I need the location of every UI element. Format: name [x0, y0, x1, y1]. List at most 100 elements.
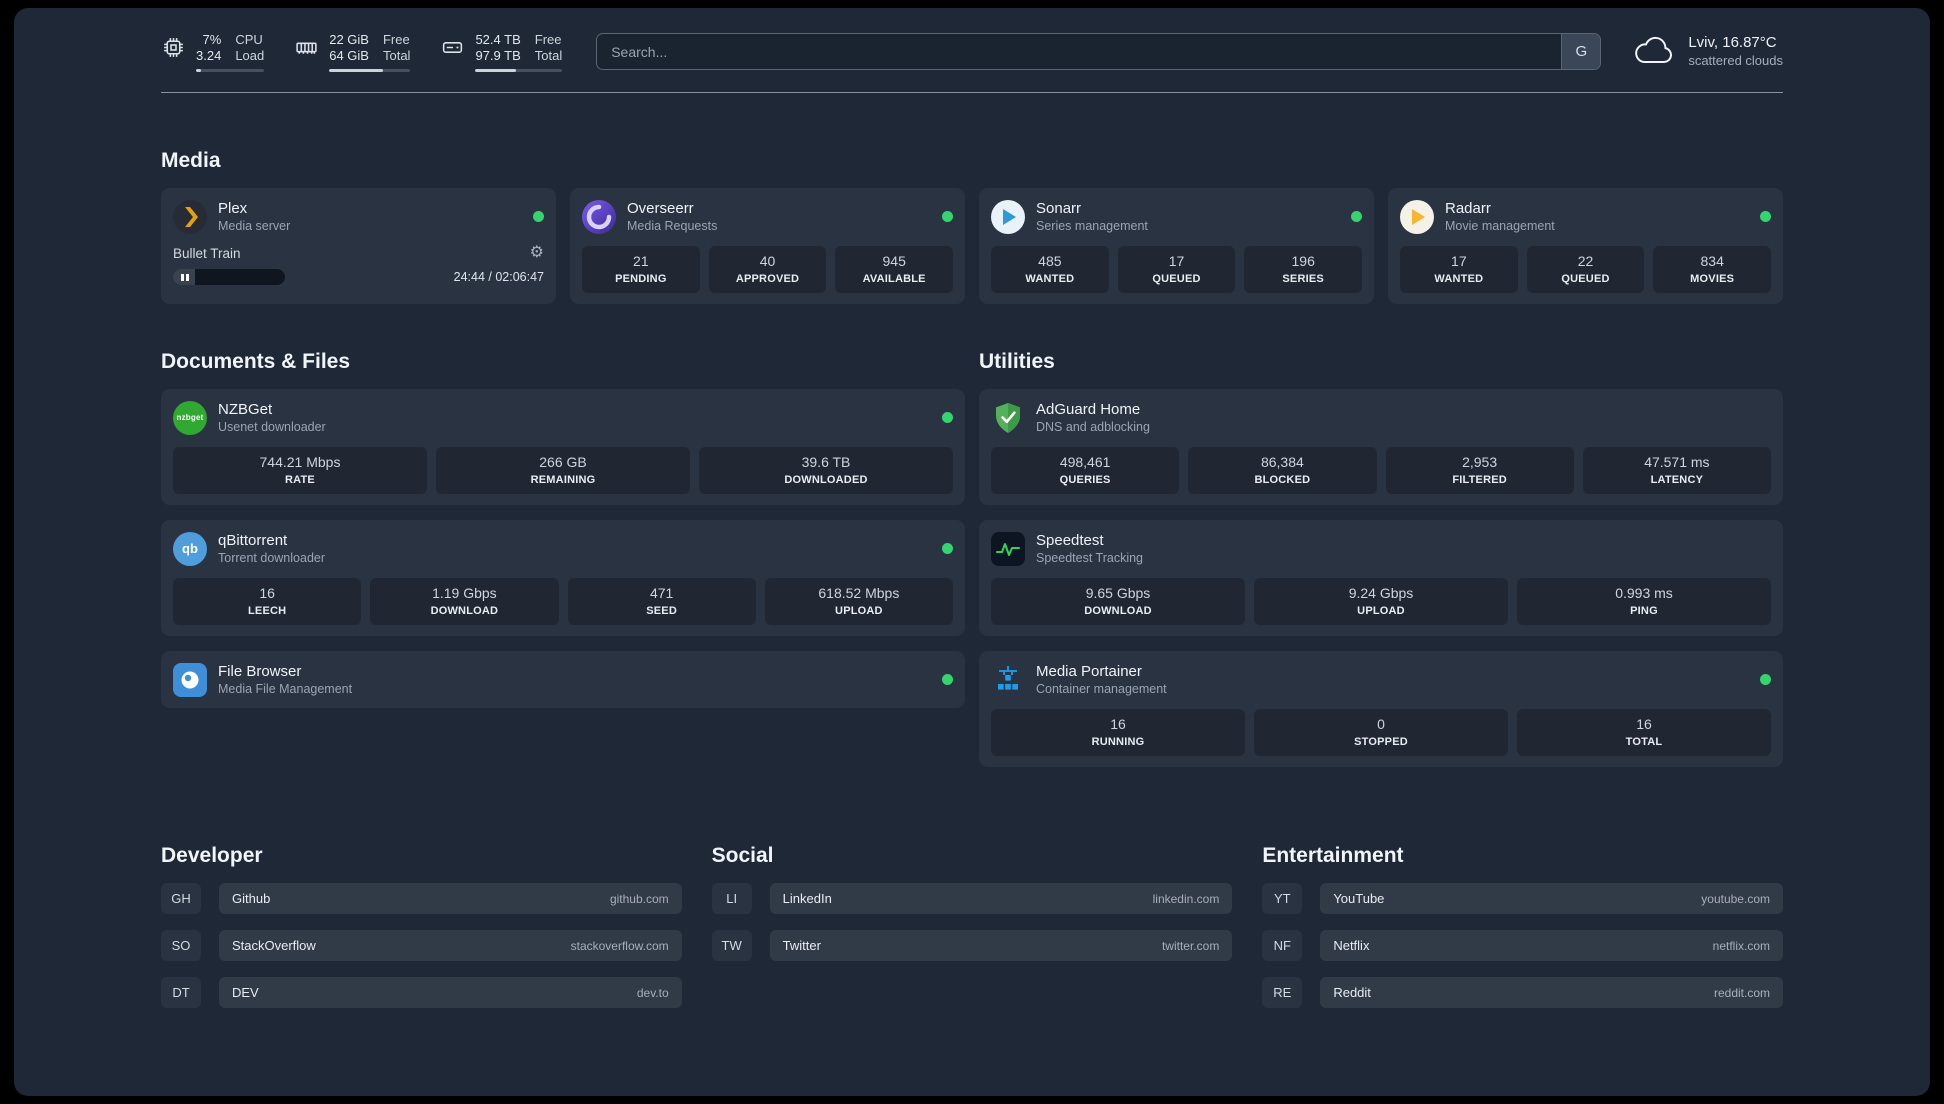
weather-widget: Lviv, 16.87°C scattered clouds	[1631, 33, 1783, 69]
status-dot	[942, 674, 953, 685]
section-title-social: Social	[711, 844, 774, 867]
cpu-progress-bar	[196, 69, 265, 72]
stat-remaining: 266 GB REMAINING	[436, 447, 690, 494]
disk-widget: 52.4 TB Free 97.9 TB Total	[440, 32, 563, 72]
stat-leech: 16 LEECH	[173, 578, 362, 625]
cpu-widget: 7% CPU 3.24 Load	[161, 32, 265, 72]
service-card-sonarr[interactable]: Sonarr Series management 485 WANTED 17 QUE…	[979, 188, 1374, 304]
bookmark-name: DEV	[232, 985, 259, 1000]
cpu-load-label: Load	[235, 48, 265, 63]
filebrowser-icon	[173, 662, 207, 697]
disk-free-value: 52.4 TB	[475, 32, 521, 47]
bookmark-stackoverflow[interactable]: SO StackOverflow stackoverflow.com	[161, 930, 682, 961]
pause-icon[interactable]	[181, 273, 189, 281]
portainer-icon	[991, 663, 1025, 697]
status-dot	[533, 211, 544, 222]
section-title-media: Media	[161, 149, 221, 172]
search-bar: G	[596, 33, 1602, 70]
service-card-adguard[interactable]: AdGuard Home DNS and adblocking 498,461 Q…	[979, 389, 1783, 505]
bookmark-domain: youtube.com	[1701, 891, 1770, 906]
memory-total-value: 64 GiB	[329, 48, 369, 63]
weather-condition: scattered clouds	[1688, 53, 1783, 68]
bookmark-group-entertainment: Entertainment YT YouTube youtube.com NF …	[1262, 844, 1783, 1024]
bookmark-abbr: NF	[1262, 930, 1303, 961]
section-title-utilities: Utilities	[979, 350, 1055, 373]
stat-ping: 0.993 ms PING	[1517, 578, 1771, 625]
bookmark-netflix[interactable]: NF Netflix netflix.com	[1262, 930, 1783, 961]
bookmark-abbr: TW	[711, 930, 752, 961]
stat-total: 16 TOTAL	[1517, 709, 1771, 756]
memory-progress-bar	[329, 69, 411, 72]
service-name: Plex	[218, 200, 248, 217]
stat-available: 945 AVAILABLE	[835, 246, 954, 293]
service-card-plex[interactable]: Plex Media server Bullet Train ⚙ 24:44 /…	[161, 188, 556, 304]
stat-seed: 471 SEED	[567, 578, 756, 625]
stat-approved: 40 APPROVED	[708, 246, 827, 293]
service-desc: Torrent downloader	[218, 551, 326, 565]
top-bar: 7% CPU 3.24 Load 22 GiB Free 64 GiB Tota…	[161, 8, 1783, 72]
bookmark-twitter[interactable]: TW Twitter twitter.com	[711, 930, 1233, 961]
service-card-speedtest[interactable]: Speedtest Speedtest Tracking 9.65 Gbps DO…	[979, 520, 1783, 636]
stat-movies: 834 MOVIES	[1653, 246, 1772, 293]
stat-upload: 9.24 Gbps UPLOAD	[1254, 578, 1508, 625]
service-card-nzbget[interactable]: nzbget NZBGet Usenet downloader 744.21 M…	[161, 389, 965, 505]
plex-icon	[173, 199, 207, 234]
service-desc: Media server	[218, 219, 291, 233]
cloud-icon	[1635, 36, 1673, 63]
search-input[interactable]	[596, 33, 1602, 70]
bookmark-abbr: LI	[711, 883, 752, 914]
bookmark-abbr: YT	[1262, 883, 1303, 914]
stat-queries: 498,461 QUERIES	[991, 447, 1180, 494]
disk-total-value: 97.9 TB	[475, 48, 521, 63]
cpu-usage-value: 7%	[202, 32, 222, 47]
service-desc: Container management	[1036, 682, 1167, 696]
bookmark-domain: netflix.com	[1712, 938, 1770, 953]
status-dot	[942, 412, 953, 423]
service-desc: Speedtest Tracking	[1036, 551, 1144, 565]
bookmark-name: Twitter	[782, 938, 821, 953]
stat-queued: 17 QUEUED	[1117, 246, 1236, 293]
service-card-filebrowser[interactable]: File Browser Media File Management	[161, 651, 965, 708]
search-provider-button[interactable]: G	[1561, 34, 1601, 69]
nzbget-icon: nzbget	[173, 400, 207, 435]
bookmark-abbr: RE	[1262, 977, 1303, 1008]
service-card-overseerr[interactable]: Overseerr Media Requests 21 PENDING 40 APP…	[570, 188, 965, 304]
weather-location: Lviv, 16.87°C	[1688, 34, 1777, 51]
bookmark-domain: reddit.com	[1713, 985, 1770, 1000]
bookmark-reddit[interactable]: RE Reddit reddit.com	[1262, 977, 1783, 1008]
bookmark-group-social: Social LI LinkedIn linkedin.com TW Twitt…	[711, 844, 1233, 977]
memory-widget: 22 GiB Free 64 GiB Total	[294, 32, 411, 72]
bookmark-name: StackOverflow	[232, 938, 316, 953]
playback-progress-bar[interactable]	[173, 269, 285, 285]
dashboard: 7% CPU 3.24 Load 22 GiB Free 64 GiB Tota…	[14, 8, 1930, 1096]
cpu-usage-label: CPU	[235, 32, 263, 47]
service-desc: DNS and adblocking	[1036, 420, 1150, 434]
disk-icon	[443, 42, 463, 53]
bookmark-dev[interactable]: DT DEV dev.to	[161, 977, 682, 1008]
bookmark-youtube[interactable]: YT YouTube youtube.com	[1262, 883, 1783, 914]
stat-filtered: 2,953 FILTERED	[1385, 447, 1574, 494]
bookmark-abbr: DT	[161, 977, 201, 1008]
cpu-chip-icon	[164, 38, 183, 57]
service-desc: Series management	[1036, 219, 1148, 233]
bookmark-abbr: SO	[161, 930, 201, 961]
service-desc: Usenet downloader	[218, 420, 326, 434]
stat-download: 1.19 Gbps DOWNLOAD	[370, 578, 559, 625]
stat-downloaded: 39.6 TB DOWNLOADED	[699, 447, 953, 494]
service-card-radarr[interactable]: Radarr Movie management 17 WANTED 22 QUEUE…	[1388, 188, 1783, 304]
section-title-developer: Developer	[161, 844, 263, 867]
documents-group: Documents & Files nzbget NZBGet Usenet d…	[161, 350, 965, 723]
stat-blocked: 86,384 BLOCKED	[1188, 447, 1377, 494]
bookmark-domain: stackoverflow.com	[570, 938, 669, 953]
memory-icon	[296, 42, 317, 54]
bookmark-github[interactable]: GH Github github.com	[161, 883, 682, 914]
bookmark-name: Reddit	[1333, 985, 1371, 1000]
service-card-qbittorrent[interactable]: qb qBittorrent Torrent downloader 16 LEEC…	[161, 520, 965, 636]
bookmark-linkedin[interactable]: LI LinkedIn linkedin.com	[711, 883, 1233, 914]
gear-icon[interactable]: ⚙	[530, 245, 544, 261]
status-dot	[1760, 674, 1771, 685]
service-card-portainer[interactable]: Media Portainer Container management 16 R…	[979, 651, 1783, 767]
bookmark-domain: dev.to	[636, 985, 669, 1000]
service-name: Overseerr	[627, 200, 694, 217]
status-dot	[942, 211, 953, 222]
